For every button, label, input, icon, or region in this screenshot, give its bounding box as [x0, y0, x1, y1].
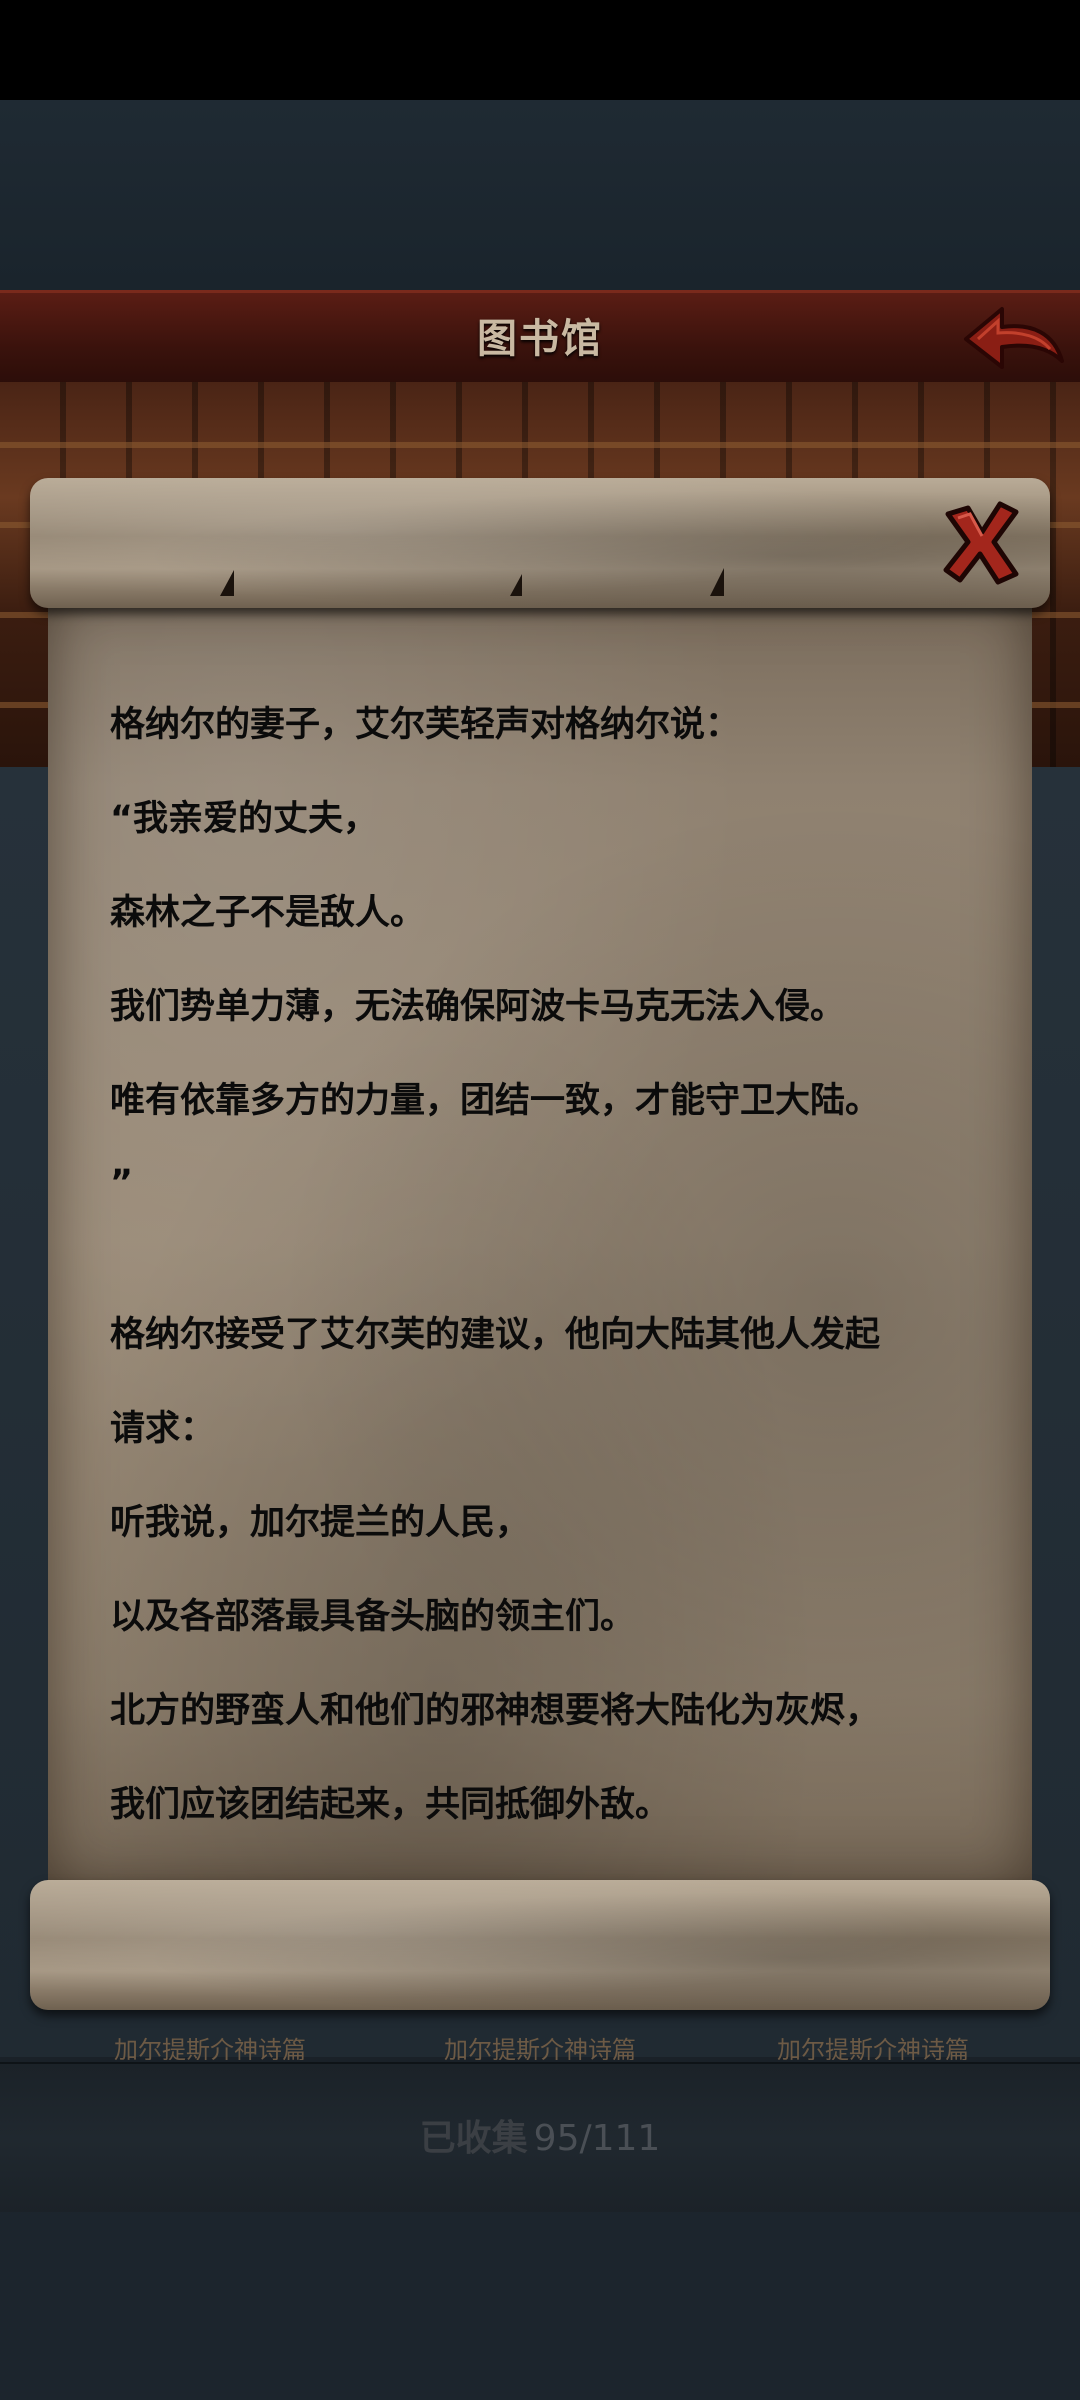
book-card-row: 加尔提斯介神诗篇 加尔提斯介神诗篇 加尔提斯介神诗篇 — [0, 2030, 1080, 2060]
text-line: 听我说，加尔提兰的人民， — [110, 1503, 531, 1543]
close-button[interactable] — [940, 496, 1022, 586]
back-button[interactable] — [962, 299, 1066, 379]
title-bar: 图书馆 — [0, 290, 1080, 388]
scroll-roll-bottom — [30, 1880, 1050, 2010]
bottom-background — [0, 2212, 1080, 2400]
back-arrow-icon — [964, 307, 1064, 369]
text-line: 我们应该团结起来，共同抵御外敌。 — [110, 1785, 671, 1825]
text-line: 以及各部落最具备头脑的领主们。 — [110, 1597, 636, 1637]
text-line: 格纳尔接受了艾尔芙的建议，他向大陆其他人发起 — [110, 1315, 881, 1355]
book-card-title[interactable]: 加尔提斯介神诗篇 — [85, 2030, 335, 2060]
status-bar — [0, 0, 1080, 100]
story-scroll: 格纳尔的妻子，艾尔芙轻声对格纳尔说： “我亲爱的丈夫， 森林之子不是敌人。 我们… — [20, 478, 1060, 2010]
page-title: 图书馆 — [477, 316, 603, 362]
footer: 已收集 95/111 — [0, 2062, 1080, 2214]
collected-count: 95/111 — [533, 2118, 661, 2159]
book-card-title[interactable]: 加尔提斯介神诗篇 — [748, 2030, 998, 2060]
text-line: 格纳尔的妻子，艾尔芙轻声对格纳尔说： — [110, 705, 741, 745]
text-line: 森林之子不是敌人。 — [110, 893, 426, 933]
scroll-text: 格纳尔的妻子，艾尔芙轻声对格纳尔说： “我亲爱的丈夫， 森林之子不是敌人。 我们… — [110, 678, 1010, 1852]
collected-counter: 已收集 95/111 — [0, 2064, 1080, 2214]
collected-label: 已收集 — [419, 2118, 528, 2159]
text-line: ” — [110, 1163, 134, 1203]
book-card-title[interactable]: 加尔提斯介神诗篇 — [415, 2030, 665, 2060]
text-line: 请求： — [110, 1409, 216, 1449]
text-line: 北方的野蛮人和他们的邪神想要将大陆化为灰烬， — [110, 1691, 881, 1731]
top-background — [0, 100, 1080, 290]
text-line: 我们势单力薄，无法确保阿波卡马克无法入侵。 — [110, 987, 846, 1027]
scroll-roll-top — [30, 478, 1050, 608]
text-line: 唯有依靠多方的力量，团结一致，才能守卫大陆。 — [110, 1081, 881, 1121]
close-x-icon — [943, 501, 1019, 585]
text-line: “我亲爱的丈夫， — [110, 799, 379, 839]
